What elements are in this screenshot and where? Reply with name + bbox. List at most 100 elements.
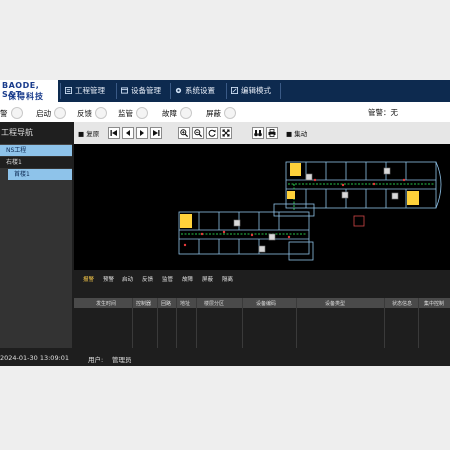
menu-divider: [170, 83, 171, 99]
status-supervise-indicator: [136, 107, 148, 119]
guard-status: 管警：无: [368, 108, 398, 117]
status-fault-label: 故障: [162, 108, 177, 118]
device-marker[interactable]: [233, 219, 241, 227]
project-navigation-panel: 工程导航 NS工程 右楼1 首楼1: [0, 122, 72, 348]
prev-page-button[interactable]: [122, 127, 134, 139]
next-page-icon: [140, 130, 144, 136]
menu-divider: [60, 83, 61, 99]
tree-item-project[interactable]: NS工程: [0, 145, 72, 156]
floor-plan-view[interactable]: [74, 144, 450, 270]
device-marker[interactable]: [341, 191, 349, 199]
column-header-device-type: 设备类型: [325, 301, 346, 307]
column-header-central-control: 集中控制: [424, 301, 445, 307]
column-header-status: 状态信息: [392, 301, 413, 307]
menu-settings-label: 系统设置: [185, 86, 215, 95]
stairwell-marker: [290, 163, 301, 176]
tree-item-label: 首楼1: [14, 171, 30, 178]
menu-project-label: 工程管理: [75, 86, 105, 95]
menu-edit-mode[interactable]: 编辑模式: [231, 83, 271, 99]
edit-icon: [231, 87, 238, 94]
project-icon: [65, 87, 72, 94]
fit-screen-button[interactable]: [220, 127, 232, 139]
menu-divider: [116, 83, 117, 99]
device-marker[interactable]: [258, 245, 266, 253]
column-divider: [176, 298, 177, 348]
device-marker[interactable]: [383, 167, 391, 175]
zoom-out-button[interactable]: [192, 127, 204, 139]
column-header-address: 地址: [180, 301, 191, 307]
fit-screen-icon: [222, 129, 230, 137]
print-button[interactable]: [266, 127, 278, 139]
tree-item-floor[interactable]: 首楼1: [8, 169, 72, 180]
reset-button[interactable]: ■ 复原: [78, 128, 99, 138]
status-feedback-indicator: [95, 107, 107, 119]
column-divider: [157, 298, 158, 348]
floor-plan-drawing: [178, 161, 442, 261]
column-header-floor-zone: 楼层分区: [204, 301, 225, 307]
tab-fault[interactable]: 故障: [182, 275, 193, 283]
column-header-controller: 控制器: [136, 301, 152, 307]
tab-supervise[interactable]: 监管: [162, 275, 173, 283]
status-fault: 故障: [162, 107, 192, 119]
tab-shield[interactable]: 屏蔽: [202, 275, 213, 283]
tree-item-label: NS工程: [6, 147, 27, 154]
event-panel: 报警 预警 启动 反馈 监管 故障 屏蔽 隔离 发生时间 控制器 回路 地址 楼…: [74, 272, 450, 348]
event-tabs: 报警 预警 启动 反馈 监管 故障 屏蔽 隔离: [74, 272, 450, 286]
status-shield-indicator: [224, 107, 236, 119]
linkage-button[interactable]: ■ 集动: [286, 128, 307, 138]
print-icon: [268, 129, 276, 137]
device-marker[interactable]: [305, 173, 313, 181]
user-name: 管理员: [112, 356, 132, 364]
map-toolbar: ■ 复原 ■ 集动: [74, 122, 450, 144]
event-table-header: 发生时间 控制器 回路 地址 楼层分区 设备编码 设备类型 状态信息 集中控制: [74, 298, 450, 308]
status-bar: 警 启动 反馈 监管 故障 屏蔽 管警：无: [0, 102, 450, 122]
tab-feedback[interactable]: 反馈: [142, 275, 153, 283]
stairwell-marker: [407, 191, 419, 205]
company-logo: BAODE, S&T 保得科技: [0, 80, 58, 102]
tree-item-label: 右楼1: [6, 159, 22, 166]
status-alarm: 警: [0, 107, 23, 119]
gear-icon: [175, 87, 182, 94]
menu-system-settings[interactable]: 系统设置: [175, 83, 215, 99]
logo-chinese: 保得科技: [8, 92, 44, 101]
curved-end-wall: [435, 161, 442, 209]
lower-wing-outline: [178, 211, 310, 255]
reset-label: 复原: [86, 130, 100, 138]
status-start-label: 启动: [36, 108, 51, 118]
binoculars-icon: [254, 130, 262, 137]
header-bar: BAODE, S&T 保得科技 工程管理 设备管理 系统设置 编辑模式: [0, 80, 450, 102]
tab-isolate[interactable]: 隔离: [222, 275, 233, 283]
refresh-icon: [208, 129, 216, 137]
status-start-indicator: [54, 107, 66, 119]
device-icon: [121, 87, 128, 94]
tab-alarm[interactable]: 报警: [83, 275, 94, 283]
refresh-button[interactable]: [206, 127, 218, 139]
device-marker[interactable]: [268, 233, 276, 241]
last-page-icon: [153, 130, 160, 136]
device-marker[interactable]: [391, 192, 399, 200]
first-page-button[interactable]: [108, 127, 120, 139]
footer-bar: 2024-01-30 13:09:01 用户: 管理员: [0, 348, 450, 366]
current-datetime: 2024-01-30 13:09:01: [0, 354, 70, 362]
menu-project-management[interactable]: 工程管理: [65, 83, 105, 99]
tree-item-building[interactable]: 右楼1: [0, 157, 72, 168]
status-alarm-label: 警: [0, 108, 8, 118]
prev-page-icon: [126, 130, 130, 136]
status-feedback-label: 反馈: [77, 108, 92, 118]
zoom-in-icon: [180, 129, 188, 137]
column-header-loop: 回路: [161, 301, 172, 307]
navigation-title: 工程导航: [0, 122, 72, 145]
last-page-button[interactable]: [150, 127, 162, 139]
status-shield-label: 屏蔽: [206, 108, 221, 118]
menu-device-label: 设备管理: [131, 86, 161, 95]
tab-start[interactable]: 启动: [122, 275, 133, 283]
status-fault-indicator: [180, 107, 192, 119]
find-button[interactable]: [252, 127, 264, 139]
tab-warning[interactable]: 预警: [103, 275, 114, 283]
menu-device-management[interactable]: 设备管理: [121, 83, 161, 99]
stairwell-marker: [180, 214, 192, 228]
column-divider: [384, 298, 385, 348]
zoom-in-button[interactable]: [178, 127, 190, 139]
next-page-button[interactable]: [136, 127, 148, 139]
menu-divider: [280, 83, 281, 99]
